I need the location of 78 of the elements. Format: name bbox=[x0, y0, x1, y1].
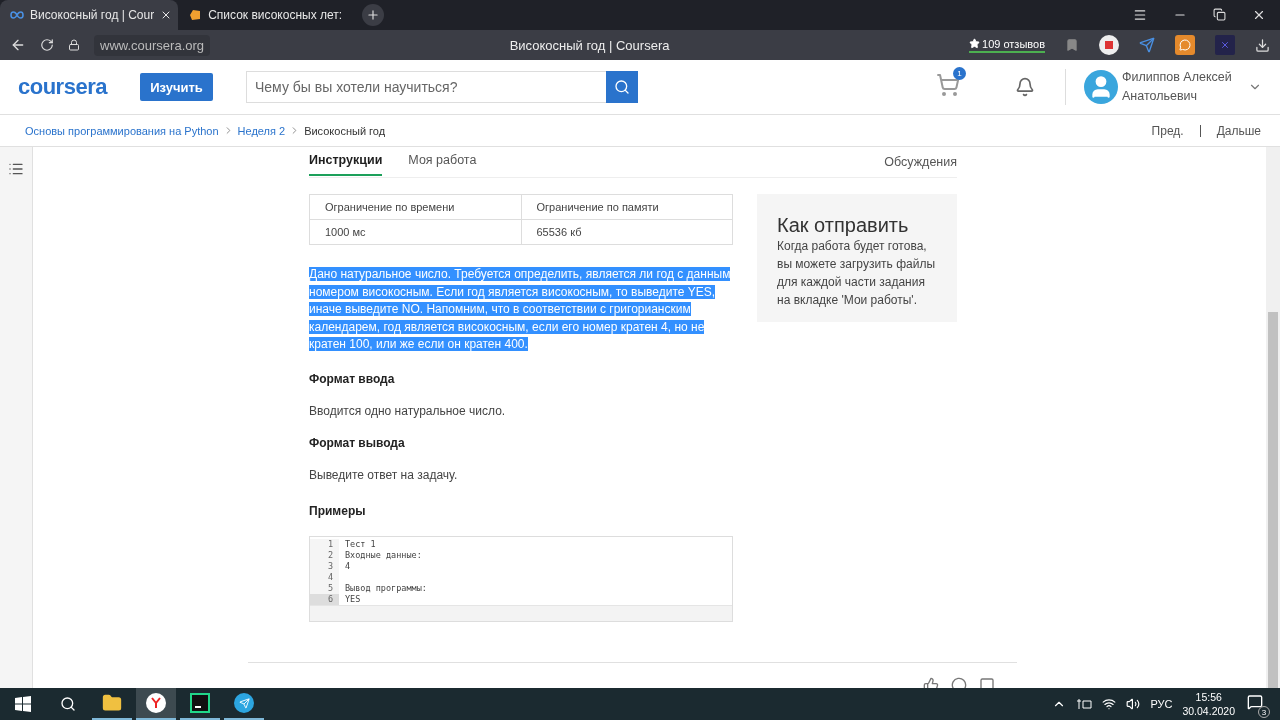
current-page-label: Високосный год bbox=[304, 124, 386, 137]
scrollbar-thumb[interactable] bbox=[1268, 312, 1278, 688]
previous-link[interactable]: Пред. bbox=[1151, 123, 1184, 138]
paper-plane-icon[interactable] bbox=[1139, 37, 1155, 53]
close-icon[interactable] bbox=[1252, 8, 1266, 22]
reload-icon[interactable] bbox=[40, 38, 54, 52]
star-icon bbox=[969, 38, 981, 49]
section-text: Выведите ответ на задачу. bbox=[309, 467, 459, 482]
discussions-link[interactable]: Обсуждения bbox=[884, 155, 957, 169]
restore-icon[interactable] bbox=[1213, 8, 1226, 21]
line-number: 5 bbox=[310, 582, 339, 594]
address-field[interactable]: www.coursera.org bbox=[94, 34, 211, 56]
problem-statement: Дано натуральное число. Требуется определить, является ли год с данным номером високосным. Если год является високосным, то выведите YES, иначе выведите NO. Напомним, что в соответствии с григорианским календарем, год является високосным, если его номер кратен 4, но не кратен 100, или же если он кратен 400. bbox=[309, 266, 732, 353]
logo[interactable]: coursera bbox=[18, 74, 140, 100]
cart-button[interactable]: 1 bbox=[929, 66, 967, 108]
code-line: 4 bbox=[344, 560, 351, 572]
table-cell: 65536 кб bbox=[521, 219, 733, 245]
table-cell: 1000 мс bbox=[309, 219, 521, 245]
section-heading: Формат вывода bbox=[309, 435, 406, 450]
browser-tab[interactable]: Список високосных лет: bbox=[178, 0, 349, 30]
search-icon bbox=[60, 696, 76, 712]
cart-icon bbox=[936, 73, 960, 97]
new-tab-button[interactable] bbox=[362, 4, 385, 26]
cart-count: 1 bbox=[953, 67, 966, 80]
lock-icon bbox=[68, 39, 80, 51]
section-text: Вводится одно натуральное число. bbox=[309, 403, 507, 418]
line-number: 2 bbox=[310, 549, 339, 561]
table-header: Ограничение по памяти bbox=[521, 194, 733, 220]
bookmark-icon[interactable] bbox=[1065, 38, 1079, 52]
line-number: 1 bbox=[310, 538, 339, 550]
ide-icon bbox=[190, 693, 210, 713]
windows-icon bbox=[15, 696, 31, 712]
bell-icon[interactable] bbox=[1015, 77, 1035, 97]
card-text: Когда работа будет готова, вы можете загрузить файлы для каждой части задания на вкладке 'Мои работы'. bbox=[777, 238, 937, 309]
notification-count: 3 bbox=[1258, 706, 1270, 718]
folder-icon bbox=[102, 693, 122, 713]
line-number: 3 bbox=[310, 560, 339, 572]
table-header: Ограничение по времени bbox=[309, 194, 521, 220]
wifi-icon[interactable] bbox=[1102, 697, 1117, 711]
code-line: YES bbox=[344, 593, 361, 605]
code-line: Входные данные: bbox=[344, 549, 422, 561]
browser-icon bbox=[146, 693, 166, 713]
message-icon bbox=[1247, 694, 1263, 710]
next-link[interactable]: Дальше bbox=[1216, 123, 1261, 138]
user-name[interactable]: Филиппов Алексей Анатольевич bbox=[1122, 68, 1248, 106]
content-tab[interactable]: Моя работа bbox=[408, 148, 477, 176]
browser-tab[interactable]: Високосный год | Cour bbox=[0, 0, 179, 30]
code-line: Вывод программы: bbox=[344, 582, 427, 594]
back-icon[interactable] bbox=[10, 37, 26, 53]
breadcrumb-link[interactable]: Основы программирования на Python bbox=[25, 124, 219, 137]
clock[interactable]: 15:56 30.04.2020 bbox=[1182, 690, 1235, 718]
extension-icon[interactable] bbox=[1099, 35, 1119, 55]
network-icon[interactable] bbox=[1076, 698, 1093, 710]
download-icon[interactable] bbox=[1255, 37, 1270, 53]
page-title: Високосный год | Coursera bbox=[509, 37, 670, 53]
reviews-link[interactable]: 109 отзывов bbox=[969, 37, 1045, 53]
chat-icon[interactable] bbox=[1175, 35, 1195, 55]
code-line: Тест 1 bbox=[344, 538, 376, 550]
explore-button[interactable]: Изучить bbox=[140, 73, 213, 101]
paper-plane-icon bbox=[234, 693, 254, 713]
taskbar-app[interactable] bbox=[136, 688, 176, 720]
search-field[interactable]: Чему бы вы хотели научиться? bbox=[246, 71, 606, 103]
section-heading: Формат ввода bbox=[309, 371, 396, 386]
plus-icon bbox=[366, 8, 381, 22]
menu-icon[interactable] bbox=[1133, 8, 1147, 22]
infinity-icon bbox=[10, 11, 24, 19]
volume-icon[interactable] bbox=[1126, 697, 1141, 711]
line-number: 4 bbox=[310, 571, 339, 583]
section-heading: Примеры bbox=[309, 503, 367, 518]
line-number: 6 bbox=[310, 593, 339, 605]
card-title: Как отправить bbox=[777, 214, 910, 237]
notifications-button[interactable]: 3 bbox=[1245, 690, 1270, 718]
list-icon[interactable] bbox=[8, 161, 24, 177]
breadcrumb-link[interactable]: Неделя 2 bbox=[237, 124, 286, 137]
avatar[interactable] bbox=[1084, 70, 1118, 104]
language-indicator[interactable]: РУС bbox=[1150, 698, 1173, 710]
search-icon bbox=[614, 79, 630, 95]
content-tab[interactable]: Инструкции bbox=[309, 148, 383, 176]
